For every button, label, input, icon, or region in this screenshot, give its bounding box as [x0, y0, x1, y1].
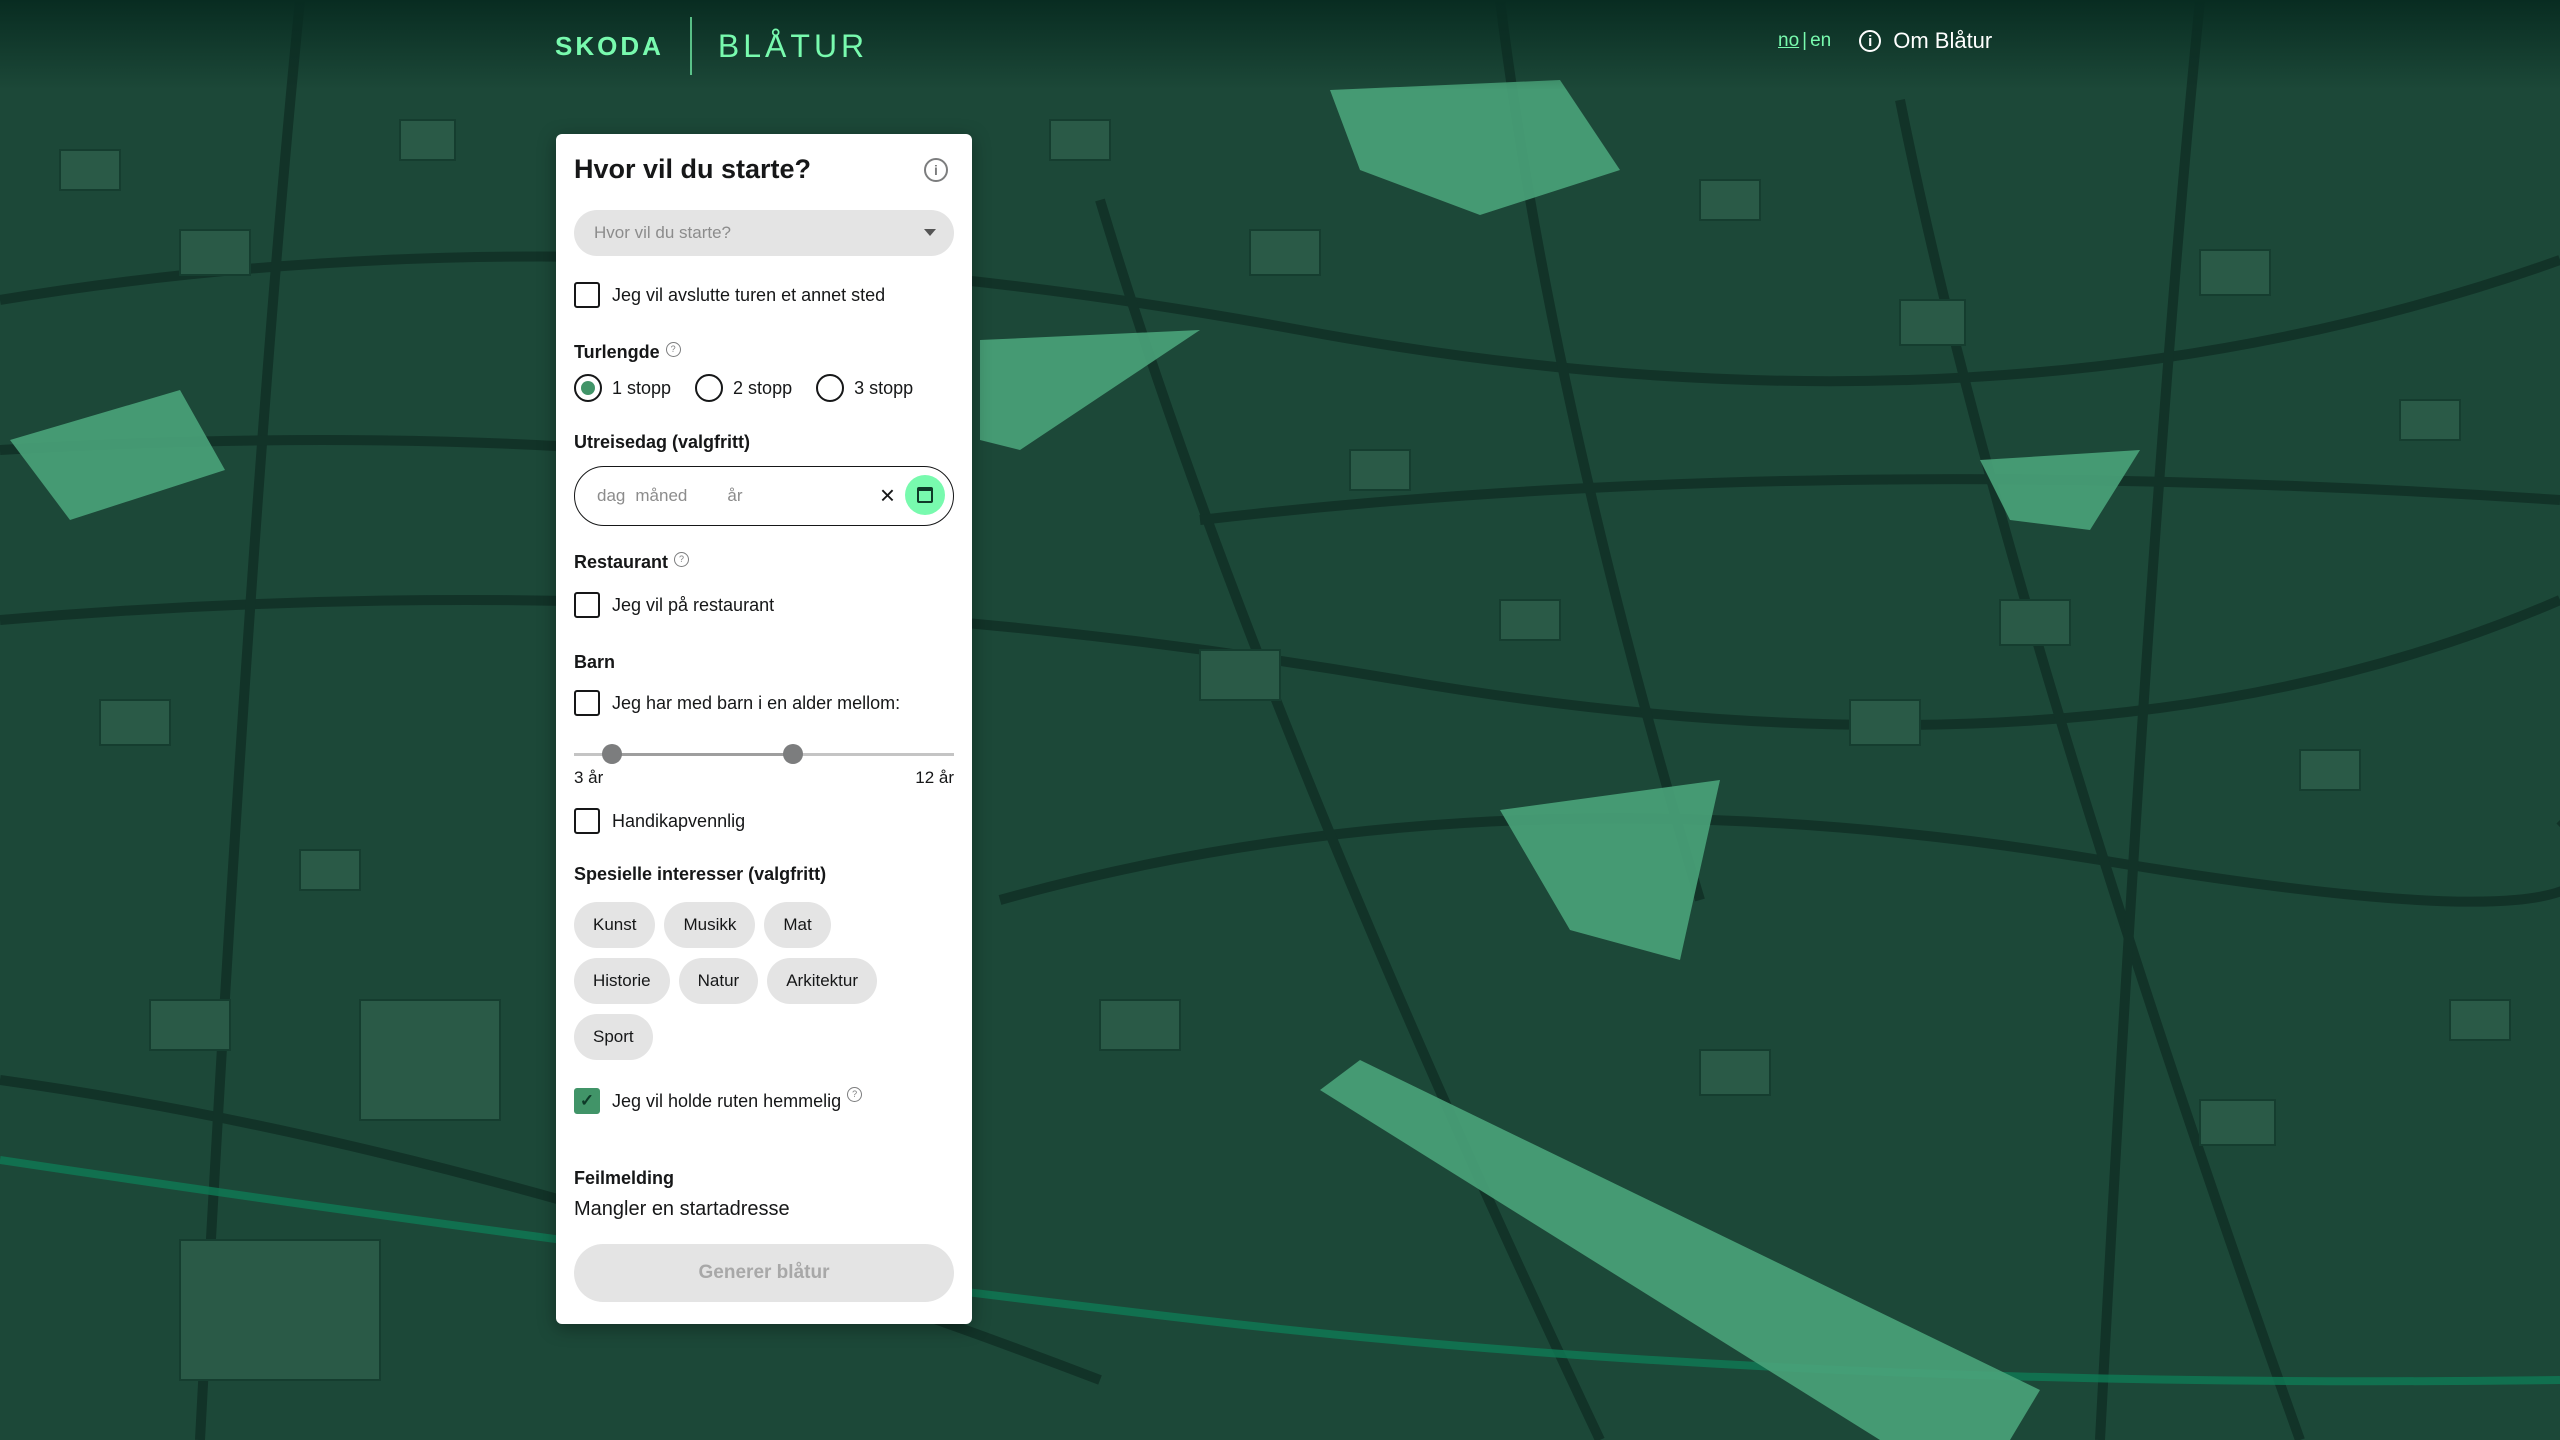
kids-checkbox[interactable] — [574, 690, 600, 716]
departure-date-label: Utreisedag (valgfritt) — [574, 432, 751, 452]
about-label: Om Blåtur — [1893, 28, 1993, 53]
length-option-1[interactable]: 1 stopp — [574, 374, 671, 402]
radio-button[interactable] — [574, 374, 602, 402]
generate-button[interactable]: Generer blåtur — [574, 1244, 954, 1302]
lang-en-link[interactable]: en — [1810, 30, 1831, 51]
end-elsewhere-label: Jeg vil avslutte turen et annet sted — [612, 284, 886, 305]
slider-max-label: 12 år — [915, 768, 954, 787]
kids-label: Barn — [574, 652, 616, 672]
about-link[interactable]: i Om Blåtur — [1859, 28, 1992, 54]
kids-age-slider[interactable] — [574, 744, 954, 764]
lang-no-link[interactable]: no — [1778, 30, 1799, 51]
interests-label: Spesielle interesser (valgfritt) — [574, 864, 827, 884]
skoda-logo: SKODA — [555, 30, 664, 61]
help-icon[interactable]: ? — [674, 552, 690, 567]
city-map-background[interactable] — [0, 0, 2560, 1440]
slider-thumb-max[interactable] — [782, 744, 803, 764]
interest-chip[interactable]: Historie — [574, 958, 670, 1004]
interest-chip[interactable]: Arkitektur — [767, 958, 877, 1004]
restaurant-option[interactable]: Jeg vil på restaurant — [574, 592, 774, 618]
kids-option[interactable]: Jeg har med barn i en alder mellom: — [574, 690, 900, 716]
accessible-label: Handikapvennlig — [612, 810, 746, 831]
secret-option[interactable]: ✓ Jeg vil holde ruten hemmelig ? — [574, 1086, 863, 1114]
kids-option-label: Jeg har med barn i en alder mellom: — [612, 692, 901, 713]
help-icon[interactable]: ? — [847, 1086, 863, 1102]
trip-length-options: 1 stopp 2 stopp 3 stopp — [574, 374, 937, 402]
language-switch: no | en — [1778, 30, 1831, 52]
brand-logo[interactable]: SKODA BLÅTUR — [555, 14, 868, 78]
slider-min-label: 3 år — [574, 768, 604, 787]
date-day[interactable]: dag — [597, 486, 625, 506]
info-icon: i — [1859, 30, 1882, 52]
restaurant-label: Restaurant? — [574, 552, 690, 573]
lang-separator: | — [1802, 30, 1808, 51]
end-elsewhere-option[interactable]: Jeg vil avslutte turen et annet sted — [574, 282, 885, 308]
interest-chips: Kunst Musikk Mat Historie Natur Arkitekt… — [574, 902, 964, 1070]
radio-button[interactable] — [695, 374, 724, 402]
restaurant-option-label: Jeg vil på restaurant — [612, 594, 775, 615]
chip-row: Sport — [574, 1014, 964, 1060]
trip-length-label: Turlengde? — [574, 342, 681, 363]
error-message: Mangler en startadresse — [574, 1198, 790, 1220]
slider-thumb-min[interactable] — [602, 744, 622, 764]
form-title: Hvor vil du starte? — [574, 154, 812, 184]
length-option-2[interactable]: 2 stopp — [695, 374, 792, 402]
radio-button[interactable] — [816, 374, 845, 402]
error-title: Feilmelding — [574, 1168, 675, 1188]
info-icon[interactable]: i — [924, 158, 948, 182]
chevron-down-icon — [924, 229, 936, 236]
accessible-option[interactable]: Handikapvennlig — [574, 808, 745, 834]
interest-chip[interactable]: Sport — [574, 1014, 653, 1060]
close-icon[interactable]: × — [880, 481, 895, 509]
restaurant-text: Restaurant — [574, 552, 669, 572]
top-nav: no | en i Om Blåtur — [1778, 28, 1992, 54]
trip-length-text: Turlengde — [574, 342, 660, 362]
slider-range — [612, 753, 793, 756]
length-option-label: 3 stopp — [854, 377, 914, 398]
restaurant-checkbox[interactable] — [574, 592, 600, 618]
interest-chip[interactable]: Natur — [678, 958, 759, 1004]
checkmark-icon: ✓ — [579, 1091, 595, 1110]
chip-row: Kunst Musikk Mat — [574, 902, 964, 948]
interest-chip[interactable]: Mat — [764, 902, 831, 948]
help-icon[interactable]: ? — [665, 342, 681, 357]
calendar-icon — [917, 487, 933, 503]
blatur-logo: BLÅTUR — [717, 27, 869, 64]
start-location-placeholder: Hvor vil du starte? — [594, 223, 731, 242]
date-year[interactable]: år — [727, 486, 742, 506]
calendar-button[interactable] — [905, 475, 945, 515]
secret-label: Jeg vil holde ruten hemmelig — [612, 1090, 842, 1111]
radio-selected-dot — [581, 381, 595, 395]
length-option-label: 2 stopp — [733, 377, 793, 398]
date-month[interactable]: måned — [635, 486, 687, 506]
secret-checkbox[interactable]: ✓ — [574, 1088, 600, 1114]
end-elsewhere-checkbox[interactable] — [574, 282, 600, 308]
trip-form-panel: Hvor vil du starte? i Hvor vil du starte… — [556, 134, 972, 1324]
start-location-select[interactable]: Hvor vil du starte? — [574, 210, 954, 256]
accessible-checkbox[interactable] — [574, 808, 600, 834]
interest-chip[interactable]: Musikk — [664, 902, 756, 948]
length-option-label: 1 stopp — [612, 377, 672, 398]
brand-divider — [689, 17, 692, 75]
departure-date-field[interactable]: dag måned år × — [574, 466, 954, 526]
length-option-3[interactable]: 3 stopp — [816, 374, 913, 402]
interest-chip[interactable]: Kunst — [574, 902, 656, 948]
chip-row: Historie Natur Arkitektur — [574, 958, 964, 1004]
top-bar — [0, 0, 2560, 90]
